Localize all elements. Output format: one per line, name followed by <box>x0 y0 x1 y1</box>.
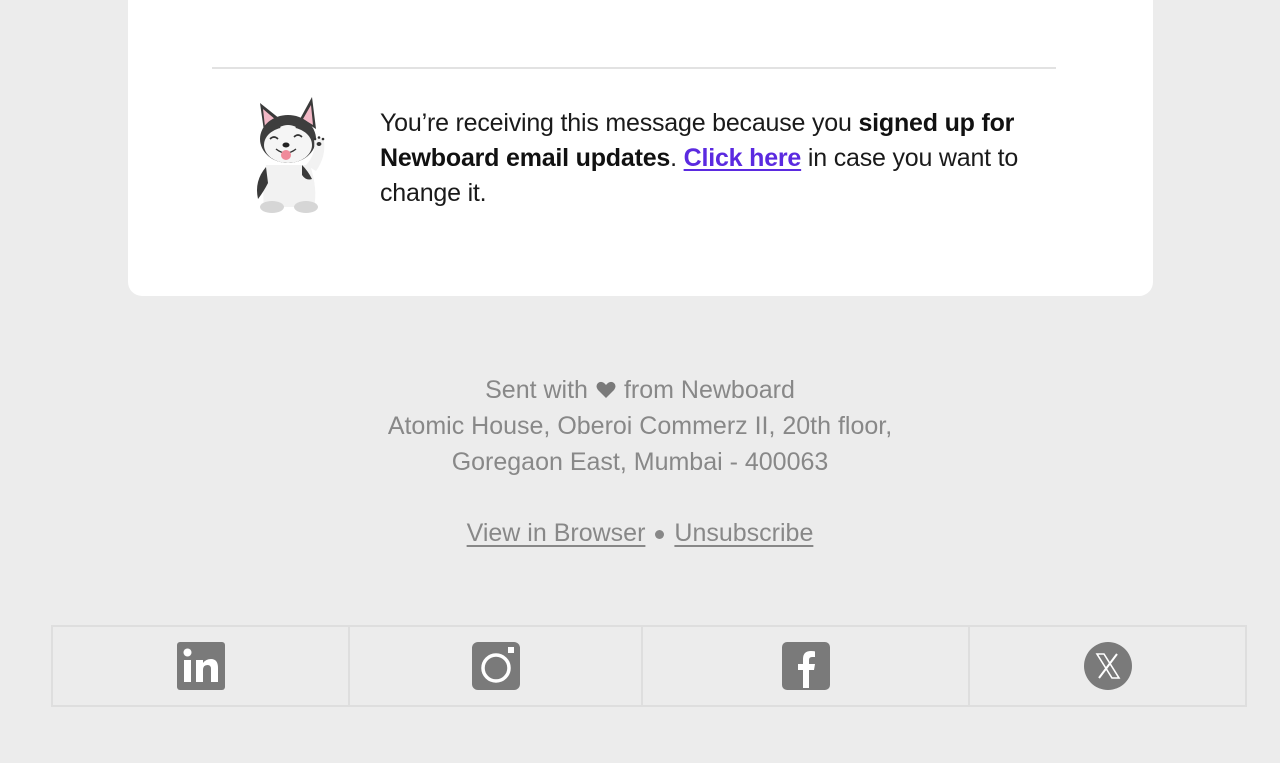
instagram-icon <box>471 642 520 690</box>
divider <box>212 67 1056 69</box>
unsubscribe-link[interactable]: Unsubscribe <box>674 519 813 547</box>
social-linkedin-link[interactable] <box>53 627 350 705</box>
sent-with-text: Sent with <box>485 376 588 404</box>
from-newboard-text: from Newboard <box>623 376 795 404</box>
view-in-browser-link[interactable]: View in Browser <box>467 519 646 547</box>
facebook-icon <box>781 642 830 690</box>
email-footer-page: You’re receiving this message because yo… <box>0 0 1280 763</box>
heart-icon <box>596 381 616 398</box>
husky-waving-icon <box>257 97 325 213</box>
social-x-link[interactable] <box>970 627 1245 705</box>
address-line-1: Atomic House, Oberoi Commerz II, 20th fl… <box>387 412 893 440</box>
linkedin-icon <box>176 642 225 690</box>
subscription-notice: You’re receiving this message because yo… <box>380 106 1060 211</box>
social-instagram-link[interactable] <box>350 627 643 705</box>
footer-links: View in Browser Unsubscribe <box>0 515 1280 551</box>
address-line-2: Goregaon East, Mumbai - 400063 <box>451 448 829 476</box>
footer-info: Sent with from Newboard Atomic House, Obe… <box>0 372 1280 480</box>
social-facebook-link[interactable] <box>643 627 970 705</box>
email-card: You’re receiving this message because yo… <box>128 0 1153 296</box>
notice-text: You’re receiving this message because yo… <box>380 109 859 137</box>
click-here-link[interactable]: Click here <box>684 144 802 172</box>
social-links-bar <box>51 625 1247 707</box>
x-icon <box>1083 642 1132 690</box>
notice-punctuation: . <box>670 144 684 172</box>
separator-dot <box>655 529 665 539</box>
sent-with-line: Sent with from Newboard <box>0 372 1280 408</box>
